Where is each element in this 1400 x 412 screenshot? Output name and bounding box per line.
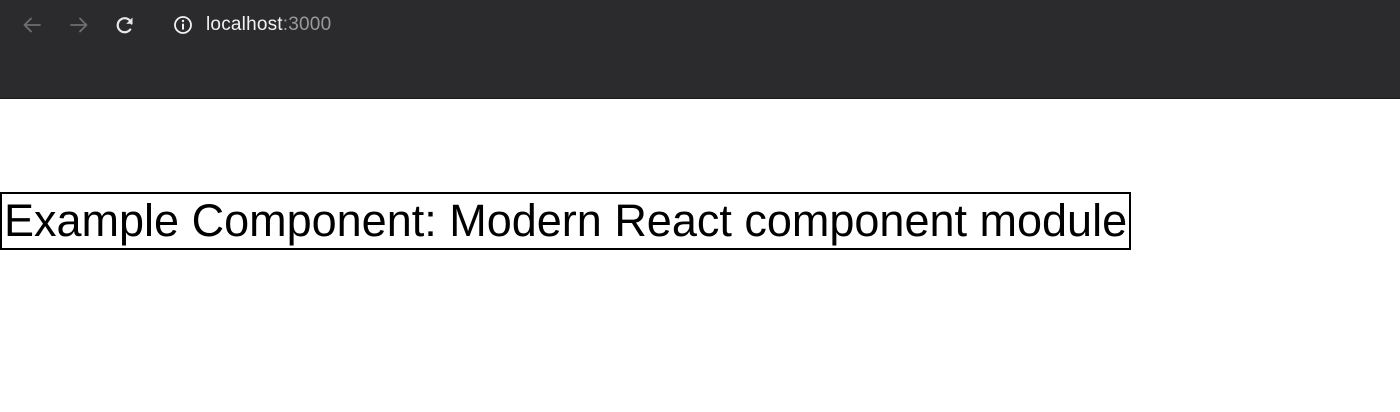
reload-icon bbox=[114, 14, 136, 36]
back-button[interactable] bbox=[19, 12, 45, 38]
browser-toolbar: localhost:3000 bbox=[0, 0, 1400, 99]
arrow-left-icon bbox=[21, 14, 43, 36]
url-port: :3000 bbox=[282, 14, 332, 35]
address-bar[interactable]: localhost:3000 bbox=[165, 10, 1365, 40]
arrow-right-icon bbox=[68, 14, 90, 36]
reload-button[interactable] bbox=[112, 12, 138, 38]
info-circle-icon[interactable] bbox=[172, 14, 194, 36]
example-component-heading: Example Component: Modern React componen… bbox=[0, 192, 1132, 250]
url-text: localhost:3000 bbox=[206, 14, 331, 36]
page-viewport: Example Component: Modern React componen… bbox=[0, 99, 1400, 412]
forward-button[interactable] bbox=[66, 12, 92, 38]
url-host: localhost bbox=[206, 14, 283, 35]
